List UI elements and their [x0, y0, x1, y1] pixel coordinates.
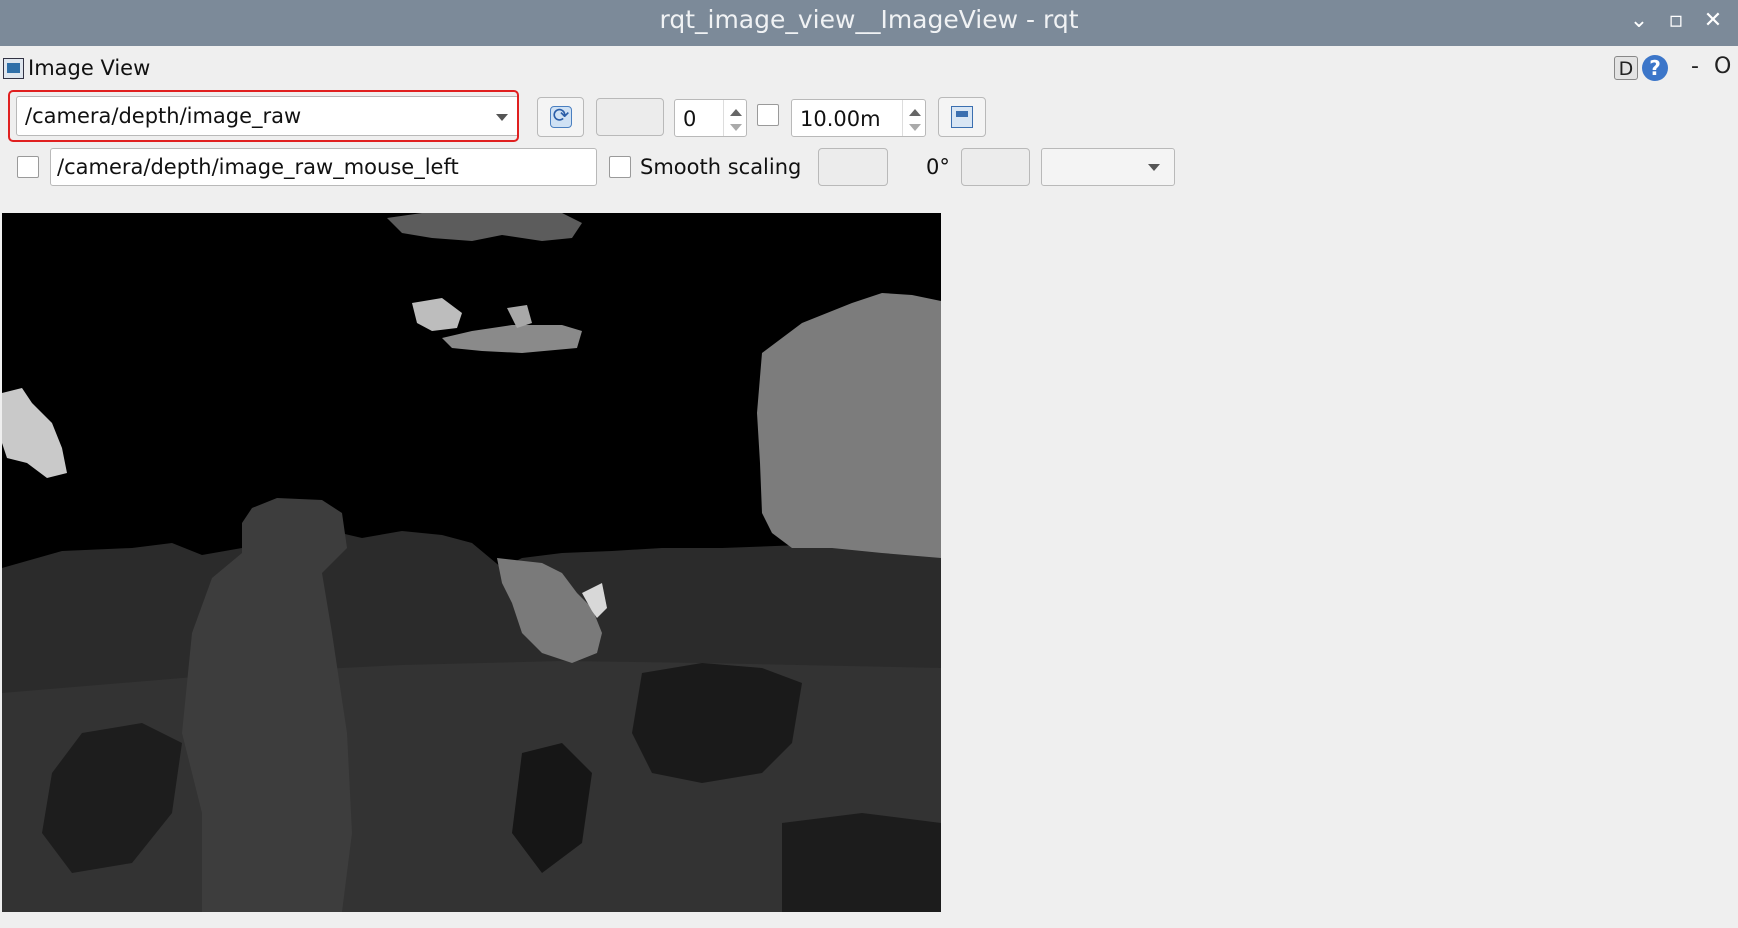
- mouse-topic-input[interactable]: /camera/depth/image_raw_mouse_left: [50, 148, 597, 186]
- refresh-icon: [550, 103, 572, 128]
- save-image-button[interactable]: [938, 97, 986, 137]
- float-button[interactable]: O: [1714, 54, 1731, 79]
- rotate-left-button[interactable]: [596, 98, 664, 136]
- topic-highlight-annotation: [8, 90, 519, 142]
- dynamic-range-checkbox[interactable]: [757, 104, 779, 126]
- close-icon[interactable]: ✕: [1698, 6, 1728, 36]
- max-range-value: 10.00m: [800, 107, 881, 131]
- max-range-spinbox[interactable]: 10.00m: [791, 99, 926, 137]
- dock-title: Image View: [28, 56, 151, 80]
- image-view-icon: [3, 58, 24, 79]
- mouse-topic-text: /camera/depth/image_raw_mouse_left: [57, 155, 459, 179]
- window-title: rqt_image_view__ImageView - rqt: [659, 5, 1079, 34]
- smooth-scaling-checkbox[interactable]: [609, 156, 631, 178]
- depth-image: [2, 213, 941, 912]
- save-image-icon: [951, 106, 973, 128]
- color-scheme-combobox[interactable]: [1041, 148, 1175, 186]
- d-button[interactable]: D: [1614, 56, 1638, 80]
- help-icon[interactable]: ?: [1642, 55, 1668, 81]
- spin-down-icon[interactable]: [909, 124, 921, 131]
- spin-down-icon[interactable]: [730, 124, 742, 131]
- rotate-value: 0: [683, 107, 697, 131]
- dock-titlebar: Image View D ? - O: [0, 54, 1738, 86]
- minimize-icon[interactable]: ⌄: [1624, 6, 1654, 36]
- hide-button[interactable]: -: [1691, 54, 1699, 79]
- smooth-scaling-label: Smooth scaling: [640, 155, 802, 179]
- publish-mouse-checkbox[interactable]: [17, 156, 39, 178]
- maximize-icon[interactable]: ▫: [1661, 6, 1691, 36]
- image-display[interactable]: [2, 213, 941, 912]
- spin-up-icon[interactable]: [909, 109, 921, 116]
- spin-up-icon[interactable]: [730, 109, 742, 116]
- rotate-ccw-button[interactable]: [818, 148, 888, 186]
- window-titlebar: rqt_image_view__ImageView - rqt ⌄ ▫ ✕: [0, 0, 1738, 46]
- rotation-label: 0°: [926, 155, 950, 179]
- rotate-cw-button[interactable]: [961, 148, 1030, 186]
- refresh-button[interactable]: [537, 97, 584, 137]
- chevron-down-icon: [1148, 164, 1160, 171]
- rotate-spinbox[interactable]: 0: [674, 99, 747, 137]
